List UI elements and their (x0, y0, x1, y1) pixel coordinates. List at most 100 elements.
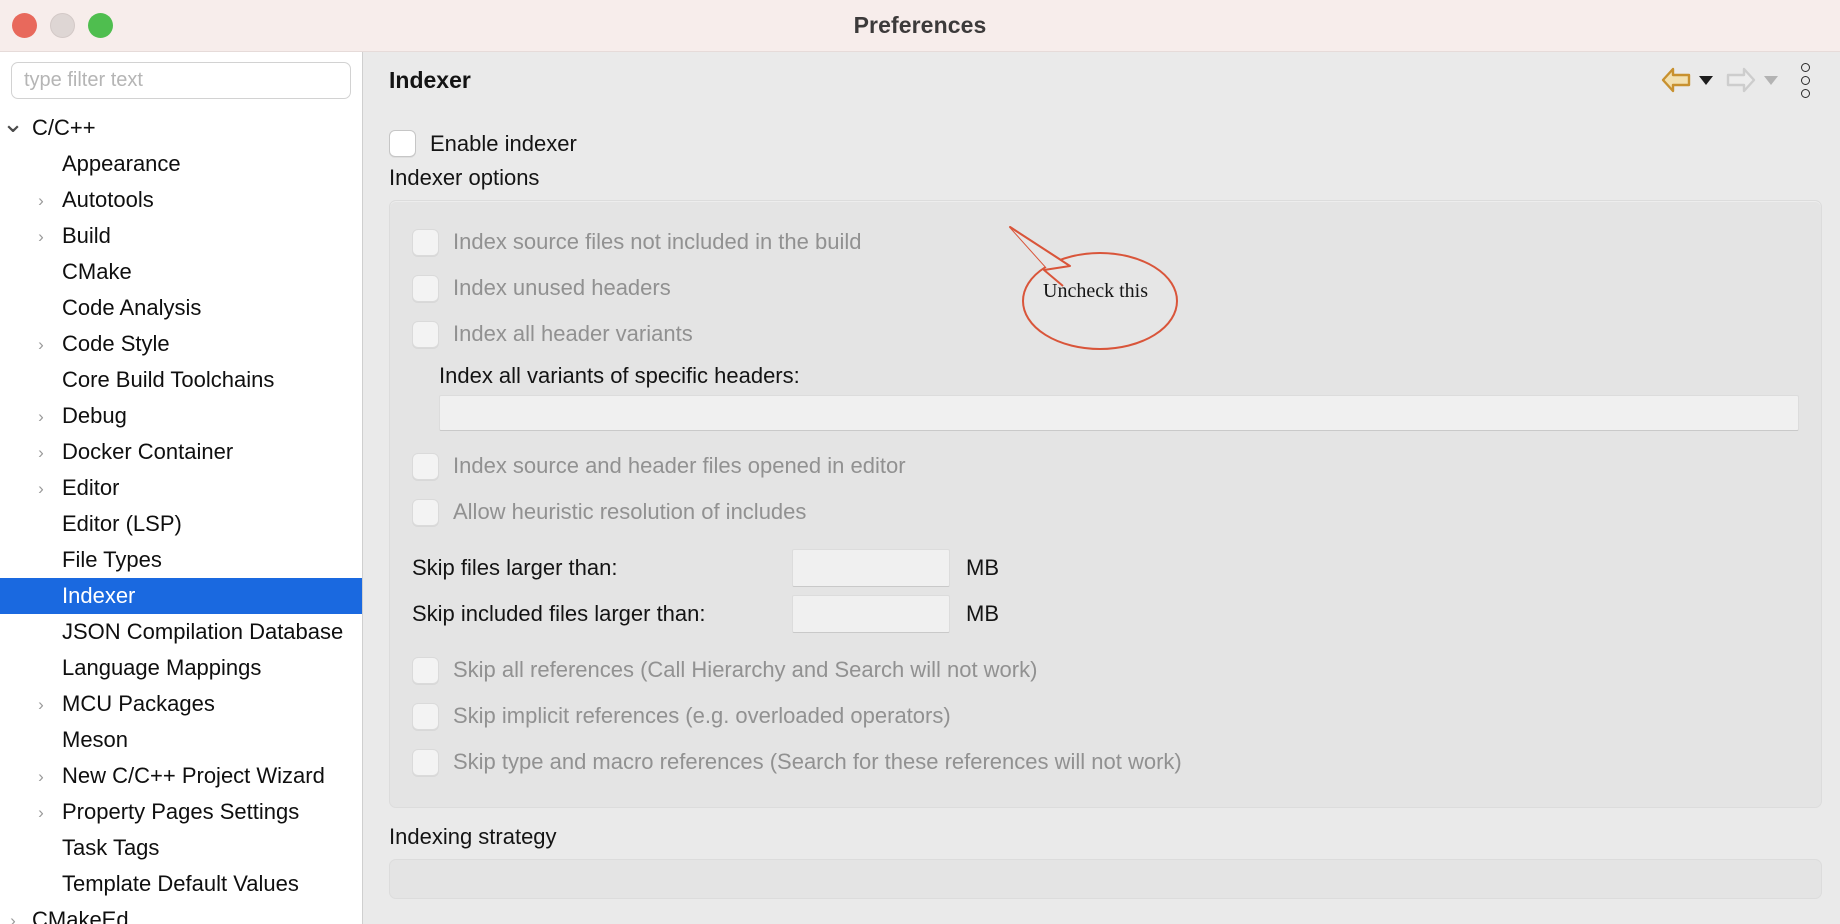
sidebar-item-label: Code Style (62, 331, 170, 356)
sidebar-item-label: CMake (62, 259, 132, 284)
sidebar-item-file-types[interactable]: ›File Types (0, 542, 362, 578)
specific-headers-label: Index all variants of specific headers: (439, 363, 800, 388)
sidebar-item-editor[interactable]: › Editor (0, 470, 362, 506)
chevron-right-icon[interactable]: › (28, 192, 54, 209)
indexer-options-list-primary: Index source files not included in the b… (412, 219, 1799, 357)
option-label: Skip type and macro references (Search f… (453, 749, 1182, 774)
chevron-right-icon[interactable]: › (28, 696, 54, 713)
sidebar-item-property-pages-settings[interactable]: › Property Pages Settings (0, 794, 362, 830)
option-checkbox (412, 274, 439, 302)
chevron-right-icon[interactable]: › (28, 228, 54, 245)
option-row[interactable]: Index all header variants (412, 311, 1799, 357)
sidebar-item-core-build-toolchains[interactable]: ›Core Build Toolchains (0, 362, 362, 398)
close-window-icon[interactable] (12, 13, 37, 38)
chevron-right-icon[interactable]: › (28, 804, 54, 821)
sidebar-item-label: Indexer (62, 583, 136, 608)
traffic-light-group (0, 13, 113, 38)
sidebar-item-indexer[interactable]: ›Indexer (0, 578, 362, 614)
indexer-options-heading: Indexer options (389, 165, 540, 190)
option-row[interactable]: Index source files not included in the b… (412, 219, 1799, 265)
enable-indexer-row[interactable]: Enable indexer (389, 130, 1822, 157)
sidebar-item-appearance[interactable]: ›Appearance (0, 146, 362, 182)
filter-input[interactable] (11, 62, 351, 99)
zoom-window-icon[interactable] (88, 13, 113, 38)
sidebar-item-label: Build (62, 223, 111, 248)
option-row[interactable]: Skip type and macro references (Search f… (412, 739, 1799, 785)
indexing-strategy-heading: Indexing strategy (389, 824, 557, 849)
minimize-window-icon[interactable] (50, 13, 75, 38)
sidebar-item-mcu-packages[interactable]: › MCU Packages (0, 686, 362, 722)
main-header: Indexer (363, 52, 1840, 108)
sidebar-item-label: Docker Container (62, 439, 234, 464)
skip-size-input[interactable] (792, 595, 950, 633)
option-label: Index source and header files opened in … (453, 453, 906, 478)
option-row[interactable]: Index source and header files opened in … (412, 443, 1799, 489)
sidebar-item-build[interactable]: › Build (0, 218, 362, 254)
sidebar-item-label: Code Analysis (62, 295, 202, 320)
indexing-strategy-group (389, 859, 1822, 899)
option-label: Index unused headers (453, 275, 671, 300)
chevron-right-icon[interactable]: › (28, 444, 54, 461)
option-checkbox (412, 228, 439, 256)
sidebar-item-label: Property Pages Settings (62, 799, 300, 824)
option-row[interactable]: Index unused headers (412, 265, 1799, 311)
preferences-tree[interactable]: ⌄C/C++›Appearance›Autotools›Build›CMake›… (0, 107, 362, 924)
sidebar-item-task-tags[interactable]: ›Task Tags (0, 830, 362, 866)
sidebar-item-label: New C/C++ Project Wizard (62, 763, 325, 788)
sidebar-item-debug[interactable]: › Debug (0, 398, 362, 434)
option-row[interactable]: Allow heuristic resolution of includes (412, 489, 1799, 535)
sidebar-item-template-default-values[interactable]: ›Template Default Values (0, 866, 362, 902)
kebab-dot-1 (1801, 62, 1810, 72)
chevron-right-icon[interactable]: › (28, 480, 54, 497)
indexer-options-group: Index source files not included in the b… (389, 200, 1822, 808)
forward-dropdown-caret-icon[interactable] (1764, 75, 1778, 85)
chevron-down-icon[interactable]: ⌄ (0, 111, 26, 136)
skip-size-row: Skip files larger than: MB (412, 545, 1799, 591)
forward-button[interactable] (1720, 63, 1783, 97)
preferences-window: Preferences ⌄C/C++›Appearance›Autotools›… (0, 0, 1840, 924)
sidebar-item-code-analysis[interactable]: ›Code Analysis (0, 290, 362, 326)
preferences-sidebar: ⌄C/C++›Appearance›Autotools›Build›CMake›… (0, 52, 363, 924)
specific-headers-input[interactable] (439, 395, 1799, 431)
view-menu-icon[interactable] (1785, 59, 1822, 102)
sidebar-item-label: Core Build Toolchains (62, 367, 275, 392)
preferences-main-panel: Indexer Enable indexer Indexer options I… (363, 52, 1840, 924)
chevron-right-icon[interactable]: › (0, 912, 26, 924)
chevron-right-icon[interactable]: › (28, 336, 54, 353)
sidebar-item-cmake[interactable]: ›CMake (0, 254, 362, 290)
kebab-dot-2 (1801, 75, 1810, 85)
sidebar-item-label: File Types (62, 547, 162, 572)
option-checkbox (412, 656, 439, 684)
skip-size-input[interactable] (792, 549, 950, 587)
enable-indexer-checkbox[interactable] (389, 130, 416, 157)
indexer-options-list-secondary: Index source and header files opened in … (412, 443, 1799, 535)
sidebar-item-language-mappings[interactable]: ›Language Mappings (0, 650, 362, 686)
sidebar-item-c-c[interactable]: ⌄ C/C++ (0, 110, 362, 146)
sidebar-item-autotools[interactable]: › Autotools (0, 182, 362, 218)
sidebar-item-docker-container[interactable]: › Docker Container (0, 434, 362, 470)
back-dropdown-caret-icon[interactable] (1699, 75, 1713, 85)
skip-size-unit: MB (966, 601, 999, 626)
option-row[interactable]: Skip all references (Call Hierarchy and … (412, 647, 1799, 693)
option-label: Index source files not included in the b… (453, 229, 862, 254)
kebab-dot-3 (1801, 88, 1810, 98)
sidebar-item-label: Editor (62, 475, 120, 500)
sidebar-item-cmakeed[interactable]: › CMakeEd (0, 902, 362, 924)
sidebar-item-meson[interactable]: ›Meson (0, 722, 362, 758)
sidebar-item-json-compilation-database[interactable]: ›JSON Compilation Database (0, 614, 362, 650)
back-button[interactable] (1655, 63, 1718, 97)
title-bar: Preferences (0, 0, 1840, 52)
chevron-right-icon[interactable]: › (28, 408, 54, 425)
back-arrow-icon (1661, 67, 1691, 93)
sidebar-item-editor-lsp[interactable]: ›Editor (LSP) (0, 506, 362, 542)
option-checkbox (412, 748, 439, 776)
sidebar-item-label: MCU Packages (62, 691, 215, 716)
skip-size-unit: MB (966, 555, 999, 580)
chevron-right-icon[interactable]: › (28, 768, 54, 785)
option-row[interactable]: Skip implicit references (e.g. overloade… (412, 693, 1799, 739)
sidebar-item-code-style[interactable]: › Code Style (0, 326, 362, 362)
sidebar-item-new-c-c-project-wizard[interactable]: › New C/C++ Project Wizard (0, 758, 362, 794)
option-label: Allow heuristic resolution of includes (453, 499, 807, 524)
forward-arrow-icon (1726, 67, 1756, 93)
option-checkbox (412, 498, 439, 526)
